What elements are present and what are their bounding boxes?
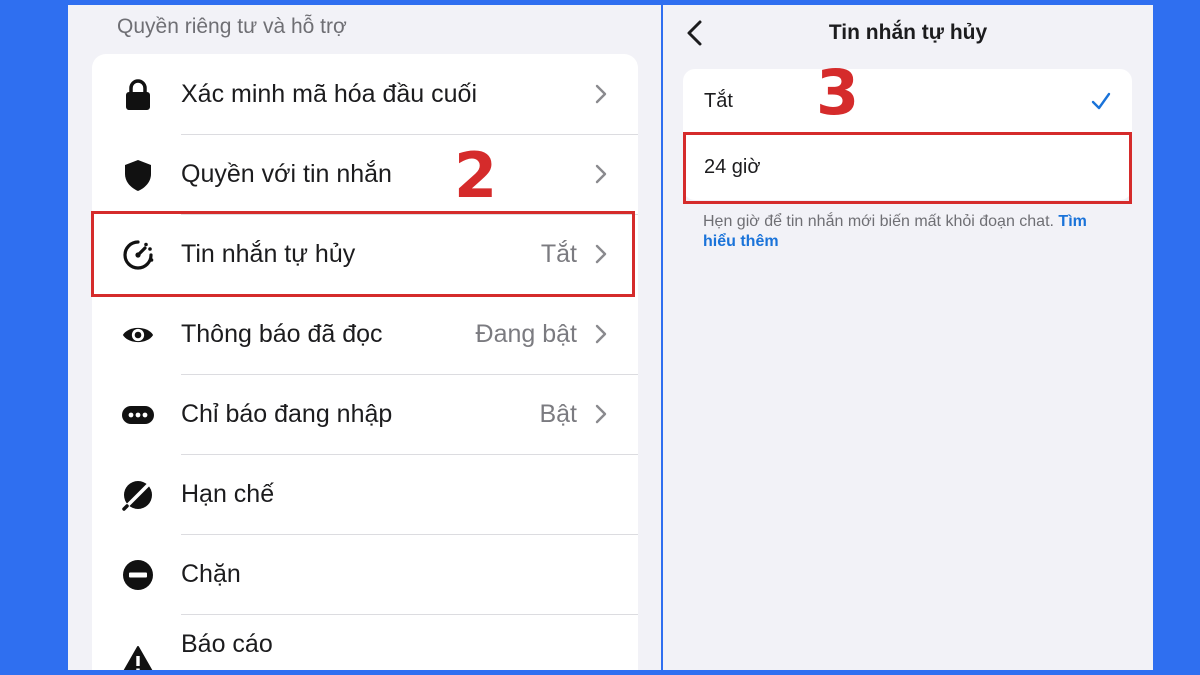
page-title: Tin nhắn tự hủy [828, 21, 988, 44]
typing-dots-icon [121, 398, 155, 432]
option-off[interactable]: Tắt [683, 69, 1132, 134]
chevron-right-icon [595, 324, 607, 344]
navigation-bar: Tin nhắn tự hủy [663, 5, 1153, 60]
lock-icon [121, 78, 155, 112]
restrict-icon [121, 478, 155, 512]
highlight-box-disappearing-messages [91, 211, 635, 297]
shield-icon [121, 158, 155, 192]
checkmark-icon [1091, 92, 1111, 110]
settings-item-label: Quyền với tin nhắn [181, 160, 392, 188]
chevron-right-icon [595, 164, 607, 184]
footnote: Hẹn giờ để tin nhắn mới biến mất khỏi đo… [703, 212, 1123, 252]
warning-icon [121, 644, 155, 670]
chevron-right-icon [595, 404, 607, 424]
settings-list: Xác minh mã hóa đầu cuối Quyền với tin n… [92, 54, 638, 670]
settings-item-value: Đang bật [475, 320, 577, 348]
step-number-3: 3 [816, 56, 860, 129]
settings-item-message-permissions[interactable]: Quyền với tin nhắn [92, 134, 638, 214]
settings-item-label: Báo cáo [181, 630, 273, 658]
footnote-text: Hẹn giờ để tin nhắn mới biến mất khỏi đo… [703, 213, 1054, 230]
chevron-right-icon [595, 84, 607, 104]
section-header: Quyền riêng tư và hỗ trợ [117, 15, 347, 38]
disappearing-messages-panel: Tin nhắn tự hủy Tắt 24 giờ Hẹn giờ để ti… [663, 5, 1153, 670]
eye-icon [121, 318, 155, 352]
step-number-2: 2 [454, 139, 498, 212]
highlight-box-24-hours [683, 132, 1132, 204]
settings-item-label: Chặn [181, 560, 241, 588]
settings-item-verify-encryption[interactable]: Xác minh mã hóa đầu cuối [92, 54, 638, 134]
option-label: Tắt [704, 90, 733, 112]
settings-item-label: Thông báo đã đọc [181, 320, 383, 348]
settings-item-block[interactable]: Chặn [92, 534, 638, 614]
settings-item-value: Bật [539, 400, 577, 428]
settings-item-label: Hạn chế [181, 480, 275, 508]
settings-item-typing-indicator[interactable]: Chỉ báo đang nhập Bật [92, 374, 638, 454]
privacy-settings-panel: Quyền riêng tư và hỗ trợ Xác minh mã hóa… [68, 5, 661, 670]
settings-item-restrict[interactable]: Hạn chế [92, 454, 638, 534]
settings-item-label: Chỉ báo đang nhập [181, 400, 393, 428]
settings-item-read-receipts[interactable]: Thông báo đã đọc Đang bật [92, 294, 638, 374]
settings-item-label: Xác minh mã hóa đầu cuối [181, 80, 478, 108]
settings-item-report[interactable]: Báo cáo [92, 614, 638, 670]
block-icon [121, 558, 155, 592]
